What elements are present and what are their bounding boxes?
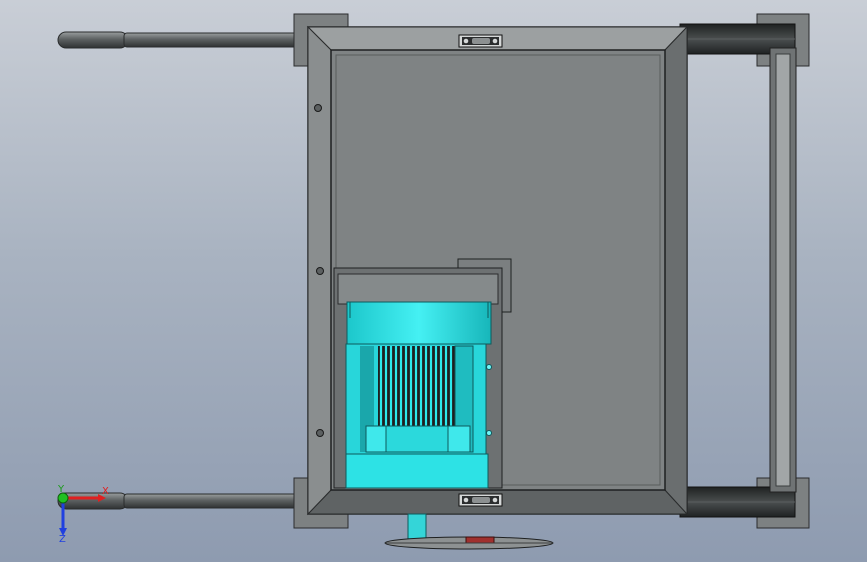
right-vertical-frame (769, 47, 797, 493)
axis-x-label: X (102, 486, 109, 497)
axis-y-label: Y (57, 484, 65, 495)
electric-motor (345, 301, 492, 489)
guide-rod-bottom (57, 492, 310, 510)
bearing-block-top (458, 34, 503, 48)
pulley-disc (384, 536, 554, 550)
frame-hole (316, 429, 324, 437)
axis-z-label: Z (59, 534, 66, 545)
bearing-block-bottom (458, 493, 503, 507)
frame-hole (314, 104, 322, 112)
frame-hole (316, 267, 324, 275)
cad-viewport[interactable]: X Y Z (0, 0, 867, 562)
guide-rod-top (57, 31, 310, 49)
